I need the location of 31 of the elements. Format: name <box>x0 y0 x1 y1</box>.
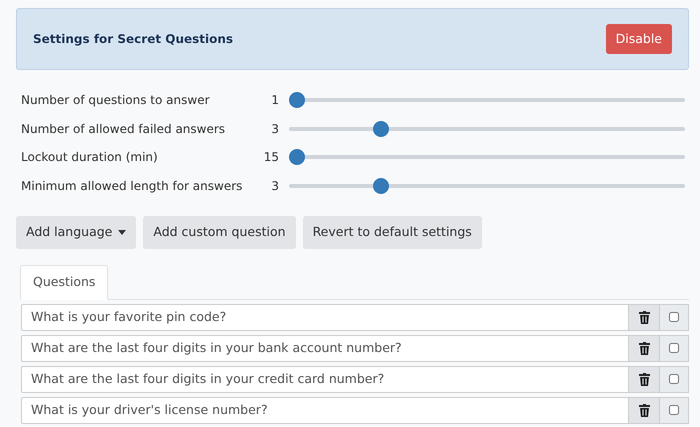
checkbox[interactable] <box>669 343 679 353</box>
setting-label: Number of allowed failed answers <box>21 120 226 138</box>
question-field[interactable]: What is your driver's license number? <box>21 396 629 424</box>
slider-thumb[interactable] <box>289 92 305 108</box>
action-button[interactable]: Revert to default settings <box>302 216 482 249</box>
question-field[interactable]: What are the last four digits in your bank account number? <box>21 334 629 362</box>
trash-icon[interactable] <box>638 372 650 386</box>
setting-label: Lockout duration (min) <box>21 149 159 166</box>
action-button[interactable]: Add custom question <box>143 216 296 249</box>
checkbox[interactable] <box>669 374 679 384</box>
question-field[interactable]: What is your favorite pin code? <box>21 304 629 330</box>
setting-value: 1 <box>270 92 280 110</box>
question-field[interactable]: What are the last four digits in your credit card number? <box>21 366 629 392</box>
caret-icon <box>118 230 126 236</box>
slider-thumb[interactable] <box>289 149 305 166</box>
setting-value: 15 <box>262 149 280 166</box>
slider-thumb[interactable] <box>372 120 389 137</box>
setting-value: 3 <box>270 178 280 195</box>
dropdown-button[interactable]: Add language <box>16 216 136 249</box>
trash-icon[interactable] <box>638 342 650 354</box>
setting-label: Number of questions to answer <box>21 92 211 110</box>
checkbox[interactable] <box>669 405 679 415</box>
disable-button[interactable]: Disable <box>606 24 672 54</box>
trash-icon[interactable] <box>638 310 650 324</box>
tab[interactable]: Questions <box>20 264 108 300</box>
panel-title: Settings for Secret Questions <box>33 31 234 48</box>
slider-thumb[interactable] <box>372 178 389 194</box>
trash-icon[interactable] <box>638 404 650 416</box>
checkbox[interactable] <box>669 312 679 322</box>
setting-label: Minimum allowed length for answers <box>21 178 244 195</box>
setting-value: 3 <box>270 120 280 138</box>
